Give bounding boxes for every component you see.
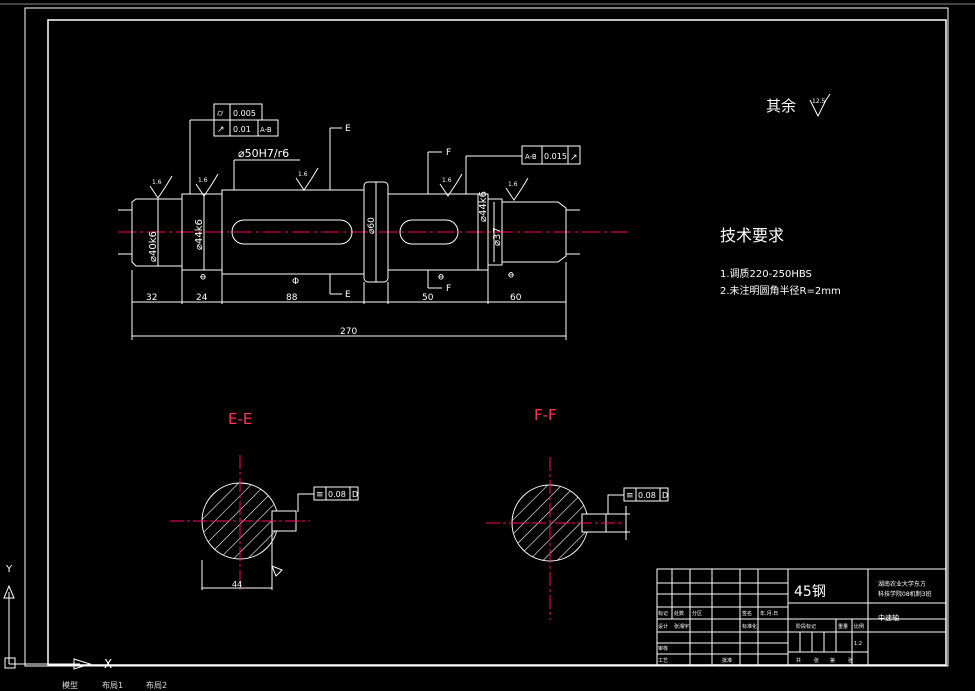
roughness-3-value: 1.6 (298, 171, 308, 178)
dia-label-2: ⌀44k6 (194, 219, 205, 250)
section-f-tol-value: 0.08 (638, 491, 656, 500)
section-e-view (170, 455, 359, 590)
tb-row-label-2: 设计 (658, 623, 668, 630)
tb-material: 45钢 (794, 584, 826, 600)
tab-layout2[interactable]: 布局2 (146, 680, 167, 691)
tb-sign: 签名 (742, 610, 752, 617)
tb-row-label-4: 工艺 (658, 658, 668, 664)
section-f-title: F-F (534, 406, 557, 424)
tech-req-item-1: 1.调质220-250HBS (720, 268, 812, 280)
section-f-tol-datum: D (662, 491, 668, 500)
dim-length-5: 60 (510, 293, 522, 303)
section-f-tol-symbol: ≡ (626, 491, 634, 501)
dia-label-3: ⌀50H7/r6 (238, 147, 289, 160)
section-f-tol-leader (607, 494, 624, 514)
dia-label-1: ⌀40k6 (148, 231, 159, 262)
tech-req-item-2: 2.未注明圆角半径R=2mm (720, 284, 841, 297)
tol1-value-b: 0.01 (233, 125, 251, 134)
roughness-5-value: 1.6 (508, 181, 518, 188)
datum-symbol-1: Φ (199, 274, 208, 280)
tab-model[interactable]: 模型 (62, 680, 78, 691)
ucs-y-label: Y (5, 564, 13, 575)
tol1-symbol-b: ↗ (217, 125, 225, 135)
roughness-default-value: 12.5 (812, 98, 826, 105)
section-e-dimension: 44 (232, 580, 242, 589)
tb-sheet: 张 (848, 657, 853, 664)
tb-sheets: 张 (814, 657, 819, 664)
dim-length-1: 32 (146, 293, 157, 303)
cut-f-bot-label: F (446, 284, 451, 294)
tb-part-name: 中速轴 (878, 613, 899, 622)
tb-weight: 重量 (838, 623, 848, 630)
tb-page: 第 (830, 657, 835, 664)
tb-school-line2: 科技学院08机制3班 (878, 590, 931, 598)
tb-row-label-3: 审核 (658, 645, 668, 652)
datum-symbol-4: Φ (507, 272, 516, 278)
roughness-2-value: 1.6 (198, 177, 208, 184)
tol2-datum: A-B (525, 153, 537, 161)
tb-date: 年.月.日 (760, 610, 778, 617)
dim-length-2: 24 (196, 293, 208, 303)
tb-count: 处数 (674, 610, 684, 617)
tol2-value: 0.015 (544, 152, 567, 161)
cut-f-top-label: F (446, 148, 451, 158)
section-e-tol-leader (297, 493, 314, 512)
tb-approve: 批准 (722, 657, 732, 664)
section-e-tol-symbol: ≡ (316, 490, 324, 500)
ucs-x-label: X (104, 657, 112, 671)
tol1-value-a: 0.005 (233, 109, 256, 118)
section-e-tol-value: 0.08 (328, 490, 346, 499)
tb-stage-mark: 阶段标记 (796, 623, 816, 630)
dia-label-6: ⌀37 (492, 227, 503, 246)
tb-total: 共 (796, 657, 801, 664)
tb-designer: 张湘宇 (674, 623, 689, 630)
datum-symbol-3: Φ (437, 274, 446, 280)
roughness-4-value: 1.6 (442, 177, 452, 184)
tb-ratio: 比例 (854, 623, 864, 630)
tol1-symbol-a: ⌭ (217, 109, 224, 119)
ucs-icon (3, 584, 92, 670)
roughness-default-label: 其余 (766, 97, 796, 115)
roughness-1-value: 1.6 (152, 179, 162, 186)
drawing-canvas[interactable]: 其余 12.5 ⌀40k6 ⌀44k6 ⌀50H7/r6 ⌀60 ⌀44k6 ⌀… (0, 0, 975, 691)
dim-length-4: 50 (422, 293, 434, 303)
outer-frame (24, 7, 949, 667)
tb-school-line1: 湖南农业大学东方 (878, 580, 926, 588)
dim-length-3: 88 (286, 293, 298, 303)
tol1-datum-b: A-B (260, 126, 272, 134)
cut-e-top-label: E (345, 124, 351, 134)
section-e-title: E-E (228, 410, 252, 428)
section-f-view (486, 457, 669, 620)
section-e-roughness (271, 565, 283, 577)
dia-label-5: ⌀44k6 (478, 191, 489, 222)
inner-frame (47, 19, 947, 666)
tech-req-title: 技术要求 (720, 226, 784, 245)
tb-row-label-1: 标记 (658, 610, 668, 617)
tab-layout1[interactable]: 布局1 (102, 680, 123, 691)
datum-symbol-2: Φ (292, 277, 299, 287)
shaft-main-view (118, 93, 831, 340)
dia-label-4: ⌀60 (367, 217, 377, 234)
layout-tabs-bar: 模型 布局1 布局2 (0, 680, 975, 691)
tb-scale: 1:2 (854, 641, 862, 647)
tb-standard: 标准化 (742, 623, 757, 630)
cut-e-bot-label: E (345, 290, 351, 300)
tol2-symbol: ↗ (570, 153, 578, 163)
ucs-origin-box (4, 657, 16, 669)
dim-total-length: 270 (340, 327, 357, 337)
tb-zone: 分区 (692, 610, 702, 617)
section-e-tol-datum: D (352, 490, 358, 499)
